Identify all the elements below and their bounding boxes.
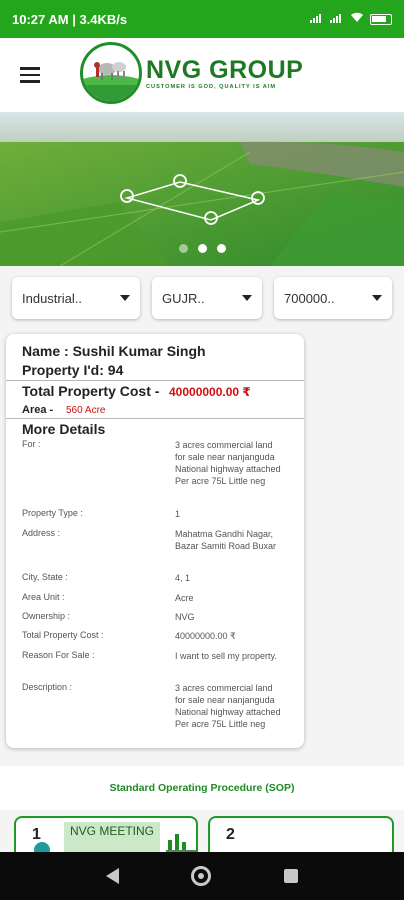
banner-carousel[interactable] (0, 112, 404, 266)
back-icon[interactable] (106, 868, 120, 884)
home-icon[interactable] (191, 866, 212, 886)
divider (6, 418, 304, 419)
detail-key: Total Property Cost : (22, 630, 104, 640)
owner-name: Name : Sushil Kumar Singh (22, 343, 206, 359)
state-dropdown[interactable]: GUJR.. (152, 277, 262, 319)
status-time: 10:27 AM | 3.4KB/s (12, 11, 128, 27)
detail-value: 3 acres commercial land for sale near na… (175, 440, 281, 486)
logo-emblem-icon (80, 42, 142, 104)
carousel-indicator (0, 244, 404, 253)
state-value: GUJR.. (162, 290, 205, 306)
signal-icon (310, 13, 324, 26)
detail-key: Ownership : (22, 611, 71, 621)
system-nav-bar (0, 852, 404, 900)
detail-value: 40000000.00 ₹ (175, 631, 236, 641)
detail-key: Property Type : (22, 508, 83, 518)
hamburger-menu-icon[interactable] (8, 53, 52, 97)
logo-title: NVG GROUP (146, 56, 304, 84)
logo-tagline: CUSTOMER IS GOD, QUALITY IS AIM (146, 84, 277, 90)
divider (6, 380, 304, 381)
total-cost-value: 40000000.00 ₹ (169, 385, 251, 399)
detail-value: Acre (175, 593, 194, 603)
wifi-icon (350, 12, 364, 26)
detail-value: 3 acres commercial land for sale near na… (175, 683, 281, 729)
total-cost-label: Total Property Cost - (22, 383, 160, 399)
area-label: Area - (22, 404, 54, 416)
detail-value: Mahatma Gandhi Nagar, Bazar Samiti Road … (175, 529, 277, 551)
detail-key: Reason For Sale : (22, 650, 95, 660)
price-dropdown[interactable]: 700000.. (274, 277, 392, 319)
detail-value: I want to sell my property. (175, 651, 277, 661)
sop-section: Standard Operating Procedure (SOP) (0, 766, 404, 810)
filter-bar: Industrial.. GUJR.. 700000.. (0, 277, 404, 321)
carousel-dot[interactable] (178, 244, 188, 253)
carousel-dot[interactable] (216, 244, 226, 253)
app-bar: NVG GROUP CUSTOMER IS GOD, QUALITY IS AI… (0, 38, 404, 112)
status-bar: 10:27 AM | 3.4KB/s (0, 0, 404, 38)
property-card[interactable]: Name : Sushil Kumar Singh Property I'd: … (6, 334, 304, 748)
status-icons (310, 12, 392, 26)
chevron-down-icon (242, 295, 252, 301)
detail-key: City, State : (22, 572, 68, 582)
detail-value: NVG (175, 612, 195, 622)
property-type-value: Industrial.. (22, 290, 82, 306)
detail-key: Description : (22, 682, 73, 692)
detail-value: 4, 1 (175, 573, 191, 583)
property-id: Property I'd: 94 (22, 362, 124, 378)
banner-image (0, 112, 404, 266)
step-number: 2 (226, 826, 235, 843)
property-type-dropdown[interactable]: Industrial.. (12, 277, 140, 319)
battery-icon (370, 13, 392, 25)
price-value: 700000.. (284, 290, 335, 306)
carousel-dot-active[interactable] (197, 244, 207, 253)
chevron-down-icon (120, 295, 130, 301)
more-details-heading: More Details (22, 421, 106, 437)
sop-title: Standard Operating Procedure (SOP) (109, 782, 295, 794)
area-value: 560 Acre (66, 405, 106, 416)
detail-key: Area Unit : (22, 592, 65, 602)
detail-key: Address : (22, 528, 61, 538)
brand-logo: NVG GROUP CUSTOMER IS GOD, QUALITY IS AI… (80, 42, 303, 104)
recent-apps-icon[interactable] (283, 869, 298, 883)
detail-key: For : (22, 439, 41, 449)
detail-value: 1 (175, 509, 181, 519)
signal-icon (330, 13, 344, 26)
chevron-down-icon (372, 295, 382, 301)
